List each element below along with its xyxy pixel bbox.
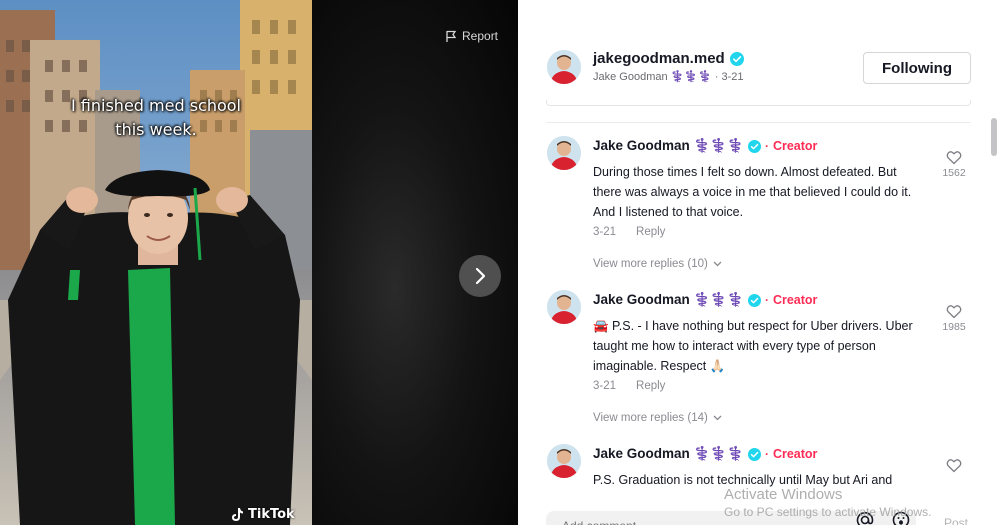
chevron-down-icon bbox=[713, 261, 722, 267]
creator-badge: Creator bbox=[772, 447, 818, 461]
comment-author-name: Jake Goodman ⚕️⚕️⚕️ bbox=[593, 446, 744, 461]
author-username[interactable]: jakegoodman.med bbox=[593, 50, 744, 67]
tiktok-logo-icon bbox=[232, 508, 243, 521]
emoji-icon[interactable] bbox=[892, 511, 910, 525]
separator-dot: · bbox=[764, 139, 769, 153]
reply-button[interactable]: Reply bbox=[636, 226, 665, 238]
description-box-edge bbox=[546, 100, 971, 106]
like-count: 1985 bbox=[942, 321, 966, 333]
view-more-replies[interactable]: View more replies (10) bbox=[593, 258, 722, 270]
comment-author-name: Jake Goodman ⚕️⚕️⚕️ bbox=[593, 138, 744, 153]
report-button[interactable]: Report bbox=[445, 29, 498, 43]
verified-icon bbox=[747, 293, 761, 307]
comment-avatar[interactable] bbox=[547, 290, 581, 324]
like-button[interactable] bbox=[938, 458, 970, 475]
verified-icon bbox=[729, 51, 744, 66]
following-button[interactable]: Following bbox=[863, 52, 971, 84]
video-caption-line-1: I finished med school bbox=[71, 96, 241, 115]
comment-avatar[interactable] bbox=[547, 136, 581, 170]
watermark-text: TikTok bbox=[248, 507, 295, 522]
separator-dot: · bbox=[764, 447, 769, 461]
comment-composer: Post bbox=[546, 505, 1000, 525]
author-username-text: jakegoodman.med bbox=[593, 50, 725, 67]
creator-badge: Creator bbox=[772, 139, 818, 153]
heart-icon bbox=[946, 459, 962, 473]
author-avatar[interactable] bbox=[547, 50, 581, 84]
comment-text: During those times I felt so down. Almos… bbox=[593, 165, 912, 219]
next-video-button[interactable] bbox=[459, 255, 501, 297]
comment-meta: 3-21 Reply bbox=[593, 380, 665, 392]
like-count: 1562 bbox=[942, 167, 966, 179]
chevron-down-icon bbox=[713, 415, 722, 421]
video-caption-line-2: this week. bbox=[115, 120, 197, 139]
verified-icon bbox=[747, 447, 761, 461]
video-still bbox=[0, 0, 312, 525]
video-frame[interactable] bbox=[0, 0, 312, 525]
chevron-right-icon bbox=[475, 267, 486, 285]
view-more-replies-label: View more replies (14) bbox=[593, 412, 708, 424]
comments-scrollbar[interactable] bbox=[991, 118, 997, 156]
comment-meta: 3-21 Reply bbox=[593, 226, 665, 238]
view-more-replies[interactable]: View more replies (14) bbox=[593, 412, 722, 424]
tiktok-watermark: TikTok bbox=[230, 507, 295, 522]
comment-author[interactable]: Jake Goodman ⚕️⚕️⚕️ · Creator bbox=[593, 138, 817, 154]
section-divider bbox=[546, 122, 971, 123]
like-button[interactable]: 1985 bbox=[938, 304, 970, 333]
post-button[interactable]: Post bbox=[944, 516, 968, 525]
comment-avatar[interactable] bbox=[547, 444, 581, 478]
heart-icon bbox=[946, 151, 962, 165]
reply-button[interactable]: Reply bbox=[636, 380, 665, 392]
report-label: Report bbox=[462, 29, 499, 43]
flag-icon bbox=[446, 30, 457, 42]
creator-badge: Creator bbox=[772, 293, 818, 307]
heart-icon bbox=[946, 305, 962, 319]
comment-author[interactable]: Jake Goodman ⚕️⚕️⚕️ · Creator bbox=[593, 446, 817, 462]
separator-dot: · bbox=[764, 293, 769, 307]
verified-icon bbox=[747, 139, 761, 153]
view-more-replies-label: View more replies (10) bbox=[593, 258, 708, 270]
like-button[interactable]: 1562 bbox=[938, 150, 970, 179]
comment-text: P.S. Graduation is not technically until… bbox=[593, 473, 893, 487]
comment-date: 3-21 bbox=[593, 226, 617, 238]
comment-author[interactable]: Jake Goodman ⚕️⚕️⚕️ · Creator bbox=[593, 292, 817, 308]
author-subline: Jake Goodman ⚕️⚕️⚕️ · 3-21 bbox=[593, 71, 744, 83]
comment-text: 🚘 P.S. - I have nothing but respect for … bbox=[593, 319, 913, 373]
comment-date: 3-21 bbox=[593, 380, 617, 392]
comments-panel: jakegoodman.med Jake Goodman ⚕️⚕️⚕️ · 3-… bbox=[518, 0, 1000, 525]
comment-author-name: Jake Goodman ⚕️⚕️⚕️ bbox=[593, 292, 744, 307]
mention-icon[interactable] bbox=[856, 511, 874, 525]
video-player[interactable]: I finished med school this week. TikTok … bbox=[0, 0, 518, 525]
